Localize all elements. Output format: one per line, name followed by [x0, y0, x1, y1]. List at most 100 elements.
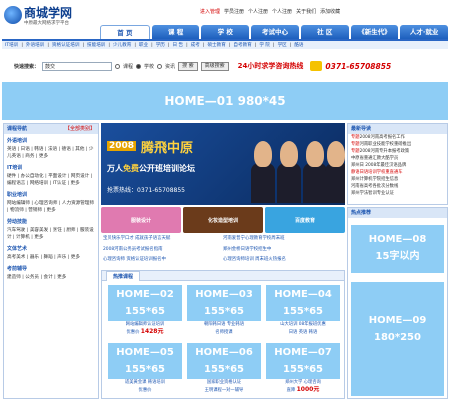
ad-home-01[interactable]: HOME—01 980*45 [2, 82, 448, 120]
course-price-line[interactable]: 优惠价 [108, 386, 182, 394]
category-title[interactable]: 外语培训 [4, 134, 98, 145]
course-price-line[interactable]: 名师授课 [187, 328, 261, 336]
subnav-item[interactable]: 学区 [278, 42, 287, 48]
news-item[interactable]: 心理咨询师培训 周末班火热报名 [223, 256, 343, 267]
subnav-item[interactable]: 硕士教育 [207, 42, 225, 48]
nav-tab-jobs[interactable]: 人才·就业 [400, 25, 449, 39]
ad-home-07[interactable]: HOME—07 155*65 [266, 343, 340, 379]
subnav-item[interactable]: IT培训 [5, 42, 18, 48]
news-item[interactable]: 郑州金桥日语学校招生中 [223, 246, 343, 257]
subnav-item[interactable]: 技能培训 [87, 42, 105, 48]
ad-fashion-design[interactable]: 服装设计 [101, 207, 181, 233]
subnav-item[interactable]: 酷语 [294, 42, 303, 48]
top-link-register-personal[interactable]: 个人注册 [248, 8, 268, 15]
speaker-face [306, 141, 324, 167]
ad-home-08[interactable]: HOME—08 15字以内 [351, 225, 444, 273]
advanced-search-button[interactable]: 高级搜索 [200, 61, 229, 71]
hot-course-card[interactable]: HOME—07 155*65 郑州大学 心理咨询 直降 1000元 [266, 343, 340, 399]
course-price-line[interactable]: 日语 英语 韩语 [266, 328, 340, 336]
top-link-bookmark[interactable]: 添加收藏 [320, 8, 340, 15]
ad-home-02[interactable]: HOME—02 155*65 [108, 285, 182, 321]
ad-makeup-training[interactable]: 化妆造型培训 [183, 207, 263, 233]
category-links[interactable]: 网站编辑师 | 心理咨询师 | 人力资源管理师 | 物流师 | 营销师 | 更多 [4, 199, 98, 215]
news-item[interactable]: 郑州日 2008年最佳汉语品牌 [348, 162, 447, 169]
ad-home-04[interactable]: HOME—04 155*65 [266, 285, 340, 321]
subnav-item[interactable]: 日 告 [172, 42, 183, 48]
category-links[interactable]: 汽车驾驶 | 美容美发 | 烹饪 | 厨师 | 服装设计 | 计算机 | 更多 [4, 226, 98, 242]
course-price-line[interactable]: 王明课程一对一辅导 [187, 386, 261, 394]
category-links[interactable]: 高考美术 | 器乐 | 舞蹈 | 声乐 | 更多 [4, 253, 98, 262]
course-price-line[interactable]: 优惠价 1428元 [108, 328, 182, 336]
nav-tab-community[interactable]: 社 区 [300, 25, 349, 39]
subnav-item[interactable]: 自考教育 [233, 42, 251, 48]
nav-tab-exams[interactable]: 考试中心 [251, 25, 299, 39]
category-title[interactable]: 职业培训 [4, 188, 98, 199]
ad-home-03[interactable]: HOME—03 155*65 [187, 285, 261, 321]
top-link-enter-admin[interactable]: 进入管理 [200, 8, 220, 15]
news-item[interactable]: 专题河南职业技能学校重磅推出 [348, 141, 447, 148]
radio-news[interactable] [157, 63, 163, 69]
news-item[interactable]: 心理咨询师 资格认证培训报名中 [103, 256, 223, 267]
category-title[interactable]: 考前辅导 [4, 262, 98, 273]
ad-home-09[interactable]: HOME—09 180*250 [351, 282, 444, 396]
nav-tab-home[interactable]: 首 页 [100, 25, 150, 39]
course-caption[interactable]: 网站编辑师认证培训 [108, 321, 182, 328]
news-item[interactable]: 专题2008河南高考报名工作 [348, 134, 447, 141]
subnav-item[interactable]: 学 院 [259, 42, 270, 48]
ad-size: 155*65 [282, 306, 324, 317]
subnav-item[interactable]: 外语培训 [26, 42, 44, 48]
subnav-item[interactable]: 成考 [191, 42, 200, 48]
news-item[interactable]: 中原省重通汇教大酷学员 [348, 155, 447, 162]
news-item[interactable]: 2008河南公务员考试报名指南 [103, 246, 223, 257]
ad-home-05[interactable]: HOME—05 155*65 [108, 343, 182, 379]
category-links[interactable]: 硬件 | 办公自动化 | 平面设计 | 网页设计 | 编程语言 | 网络培训 |… [4, 172, 98, 188]
category-links[interactable]: 建造师 | 公务员 | 会计 | 更多 [4, 273, 98, 282]
subnav-item[interactable]: 职业 [139, 42, 148, 48]
course-caption[interactable]: 朝阳韩日语 专业韩语 [187, 321, 261, 328]
search-input[interactable]: 鼓交 [42, 61, 113, 71]
news-text: 河南省高考各批次分数线 [351, 184, 399, 189]
news-item[interactable]: 郑州计算机学院招生信息 [348, 176, 447, 183]
hot-course-card[interactable]: HOME—03 155*65 朝阳韩日语 专业韩语 名师授课 [187, 285, 261, 341]
subnav-item[interactable]: 资格认证培训 [52, 42, 80, 48]
top-link-register-personal-2[interactable]: 个人注册 [272, 8, 292, 15]
ad-education[interactable]: 百度教育 [265, 207, 345, 233]
price-label: 日语 英语 韩语 [288, 330, 318, 335]
category-title[interactable]: 文体艺术 [4, 242, 98, 253]
course-caption[interactable]: 郑州大学 心理咨询 [266, 379, 340, 386]
radio-schools[interactable] [136, 63, 142, 69]
subnav-item[interactable]: 少儿教育 [113, 42, 131, 48]
hot-course-card[interactable]: HOME—02 155*65 网站编辑师认证培训 优惠价 1428元 [108, 285, 182, 341]
news-item[interactable]: 郑州学法智训专业认证 [348, 190, 447, 197]
top-link-about[interactable]: 关于我们 [296, 8, 316, 15]
category-links[interactable]: 英语 | 日语 | 韩语 | 法语 | 德语 | 其他 | 少儿英语 | 商务 … [4, 145, 98, 161]
news-tag: 专题 [351, 149, 360, 154]
search-button[interactable]: 搜 索 [178, 61, 198, 71]
top-link-register-student[interactable]: 学员注册 [224, 8, 244, 15]
all-categories-link[interactable]: 【全部类别】 [65, 124, 95, 134]
news-item[interactable]: 宝贝快乐学口才 成就孩子语言天赋 [103, 235, 223, 246]
hot-course-card[interactable]: HOME—04 155*65 山大培训 08年报班优惠 日语 英语 韩语 [266, 285, 340, 341]
hot-course-card[interactable]: HOME—05 155*65 适美黄金课 韩语培训 优惠价 [108, 343, 182, 399]
news-item[interactable]: 静语日语培训学校重直通车 [348, 169, 447, 176]
nav-tab-courses[interactable]: 课 程 [151, 25, 200, 39]
course-caption[interactable]: 适美黄金课 韩语培训 [108, 379, 182, 386]
news-item[interactable]: 河南爱普宁心理教育学校周末班 [223, 235, 343, 246]
site-logo[interactable]: 商城学网 中原最大网络求学平台 [4, 2, 84, 32]
news-item[interactable]: 河南省高考各批次分数线 [348, 183, 447, 190]
category-title[interactable]: 劳动技能 [4, 215, 98, 226]
category-title[interactable]: IT培训 [4, 161, 98, 172]
radio-courses[interactable] [115, 63, 121, 69]
news-text: 中原省重通汇教大酷学员 [351, 156, 399, 161]
nav-tab-schools[interactable]: 学 校 [201, 25, 250, 39]
course-caption[interactable]: 国家职业资格认证 [187, 379, 261, 386]
ad-home-06[interactable]: HOME—06 155*65 [187, 343, 261, 379]
news-item[interactable]: 专题2008河南专升本报考政策 [348, 148, 447, 155]
subnav-item[interactable]: 学历 [156, 42, 165, 48]
course-price-line[interactable]: 直降 1000元 [266, 386, 340, 394]
tab-hot-courses[interactable]: 热推课程 [106, 271, 141, 281]
course-caption[interactable]: 山大培训 08年报班优惠 [266, 321, 340, 328]
nav-tab-new-generation[interactable]: 《新生代》 [350, 25, 399, 39]
hot-course-card[interactable]: HOME—06 155*65 国家职业资格认证 王明课程一对一辅导 [187, 343, 261, 399]
forum-banner[interactable]: 2008 腾飛中原 万人免费公开班培训论坛 抢票热线：0371-65708855 [101, 123, 345, 205]
